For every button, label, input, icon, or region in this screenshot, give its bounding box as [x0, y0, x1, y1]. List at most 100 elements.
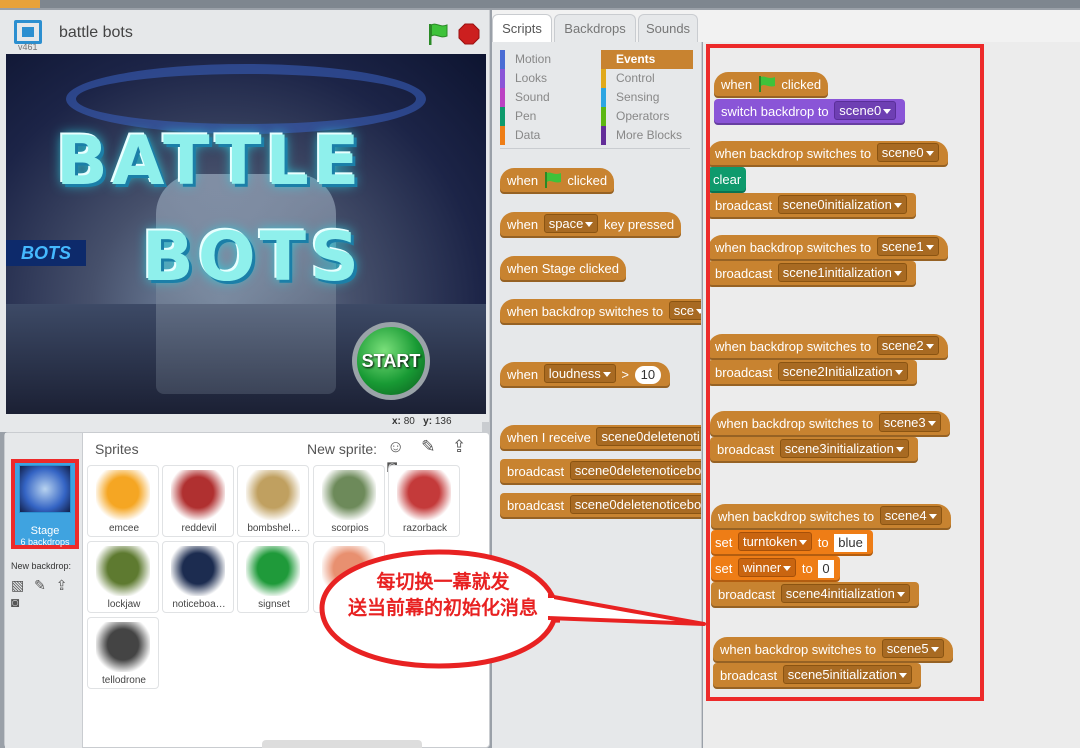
sprite-tile-signset[interactable]: signset — [237, 541, 309, 613]
sprite-tile-razorback[interactable]: razorback — [388, 465, 460, 537]
category-motion[interactable]: Motion — [500, 50, 592, 69]
sprite-thumbnail — [96, 622, 150, 672]
coord-x-label: x: — [392, 416, 401, 427]
start-button[interactable]: START — [352, 322, 430, 400]
category-operators[interactable]: Operators — [601, 107, 693, 126]
sprite-tile-tellodrone[interactable]: tellodrone — [87, 617, 159, 689]
palette-when-flag-clicked[interactable]: when clicked — [500, 168, 615, 194]
sprite-name: razorback — [403, 523, 447, 534]
palette-when-i-receive[interactable]: when I receive scene0deletenoti — [500, 425, 701, 451]
project-title[interactable]: battle bots — [59, 24, 133, 42]
block-text: clicked — [567, 173, 608, 188]
stage-thumb-image — [19, 465, 71, 513]
palette-when-backdrop-switches[interactable]: when backdrop switches to sce — [500, 299, 701, 325]
sprite-name: noticeboa… — [172, 599, 226, 610]
key-dropdown[interactable]: space — [543, 214, 599, 233]
sprite-name: scorpios — [331, 523, 369, 534]
bottom-handle — [262, 740, 422, 748]
callout-pointer — [548, 594, 706, 626]
scratch-logo — [0, 0, 40, 8]
sprite-tile-noticeboa[interactable]: noticeboa… — [162, 541, 234, 613]
callout-text-line2: 送当前幕的初始化消息 — [347, 598, 538, 619]
sprite-name: reddevil — [181, 523, 217, 534]
sprite-tile-scorpios[interactable]: scorpios — [313, 465, 385, 537]
stage-backdrop-count: 6 backdrops — [20, 537, 70, 547]
top-bar — [0, 0, 1080, 8]
broadcast-dropdown[interactable]: scene0deletenoticebo — [569, 461, 701, 480]
new-backdrop-label: New backdrop: — [11, 561, 72, 571]
annotation-highlight-box — [706, 44, 984, 701]
block-text: broadcast — [507, 498, 565, 513]
sprite-thumbnail — [96, 470, 150, 520]
block-text: key pressed — [604, 217, 675, 232]
stage-title-line2: BOTS — [142, 218, 363, 297]
side-sign: BOTS — [6, 240, 86, 266]
mouse-coords: x: 80 y: 136 — [392, 416, 452, 427]
backdrop-dropdown[interactable]: sce — [668, 301, 701, 320]
coord-y-label: y: — [423, 416, 433, 427]
version-label: v461 — [18, 42, 38, 52]
sprite-thumbnail — [397, 470, 451, 520]
sprite-tile-lockjaw[interactable]: lockjaw — [87, 541, 159, 613]
block-text: when I receive — [507, 430, 591, 445]
green-flag-icon[interactable] — [426, 22, 450, 46]
callout-text-line1: 每切换一幕就发 — [376, 572, 510, 593]
stage-thumb-bg: Stage 6 backdrops — [15, 463, 75, 547]
block-text: broadcast — [507, 464, 565, 479]
block-text: when — [507, 367, 539, 382]
broadcast-dropdown[interactable]: scene0deletenoticebo — [569, 495, 701, 514]
sprite-thumbnail — [171, 546, 225, 596]
stage-panel: v461 battle bots BOTS BATTLE BOTS START … — [0, 10, 490, 436]
tab-scripts[interactable]: Scripts — [492, 14, 552, 44]
stage-column: Stage 6 backdrops New backdrop: ▧ ✎ ⇪ ◙ — [5, 433, 83, 748]
sprite-name: lockjaw — [107, 599, 141, 610]
category-sensing[interactable]: Sensing — [601, 88, 693, 107]
category-data[interactable]: Data — [500, 126, 592, 145]
stage-title-line1: BATTLE — [56, 122, 364, 201]
palette-when-key-pressed[interactable]: when space key pressed — [500, 212, 682, 238]
category-separator — [500, 148, 690, 149]
loudness-value[interactable]: 10 — [634, 366, 662, 384]
stage-label: Stage — [30, 525, 60, 537]
block-text: when — [507, 217, 539, 232]
block-text: when backdrop switches to — [507, 304, 664, 319]
new-sprite-label: New sprite: — [307, 441, 378, 457]
sprites-title: Sprites — [95, 441, 139, 457]
palette-when-stage-clicked[interactable]: when Stage clicked — [500, 256, 627, 282]
coord-y: 136 — [434, 416, 452, 427]
stop-icon[interactable] — [458, 23, 480, 45]
sprite-thumbnail — [171, 470, 225, 520]
sprite-thumbnail — [246, 546, 300, 596]
sprite-tile-bombshel[interactable]: bombshel… — [237, 465, 309, 537]
stage-thumbnail[interactable]: Stage 6 backdrops — [11, 459, 79, 549]
editor-tabs: Scripts Backdrops Sounds — [492, 10, 1080, 44]
category-more-blocks[interactable]: More Blocks — [601, 126, 693, 145]
sensor-dropdown[interactable]: loudness — [543, 364, 616, 383]
new-backdrop-icons[interactable]: ▧ ✎ ⇪ ◙ — [11, 577, 82, 610]
block-text: > — [621, 367, 629, 382]
sprite-name: emcee — [108, 523, 139, 534]
sprite-tile-reddevil[interactable]: reddevil — [162, 465, 234, 537]
stage-header: v461 battle bots — [0, 10, 490, 54]
palette-broadcast-and-wait[interactable]: broadcast scene0deletenoticebo — [500, 493, 701, 519]
sprite-name: tellodrone — [102, 675, 146, 686]
block-text: when — [507, 173, 539, 188]
green-flag-icon — [544, 171, 561, 188]
fullscreen-icon[interactable] — [14, 20, 42, 44]
category-sound[interactable]: Sound — [500, 88, 592, 107]
palette-when-loudness[interactable]: when loudness > 10 — [500, 362, 671, 388]
tab-backdrops[interactable]: Backdrops — [554, 14, 636, 44]
category-looks[interactable]: Looks — [500, 69, 592, 88]
block-text: when Stage clicked — [507, 261, 620, 276]
category-pen[interactable]: Pen — [500, 107, 592, 126]
stage-canvas[interactable]: BOTS BATTLE BOTS START — [6, 54, 486, 414]
category-control[interactable]: Control — [601, 69, 693, 88]
sprite-tile-emcee[interactable]: emcee — [87, 465, 159, 537]
palette-broadcast[interactable]: broadcast scene0deletenoticebo — [500, 459, 701, 485]
receive-dropdown[interactable]: scene0deletenoti — [596, 427, 701, 446]
sprite-thumbnail — [96, 546, 150, 596]
sprite-name: bombshel… — [247, 523, 301, 534]
tab-sounds[interactable]: Sounds — [638, 14, 698, 44]
sprite-thumbnail — [246, 470, 300, 520]
category-events[interactable]: Events — [601, 50, 693, 69]
